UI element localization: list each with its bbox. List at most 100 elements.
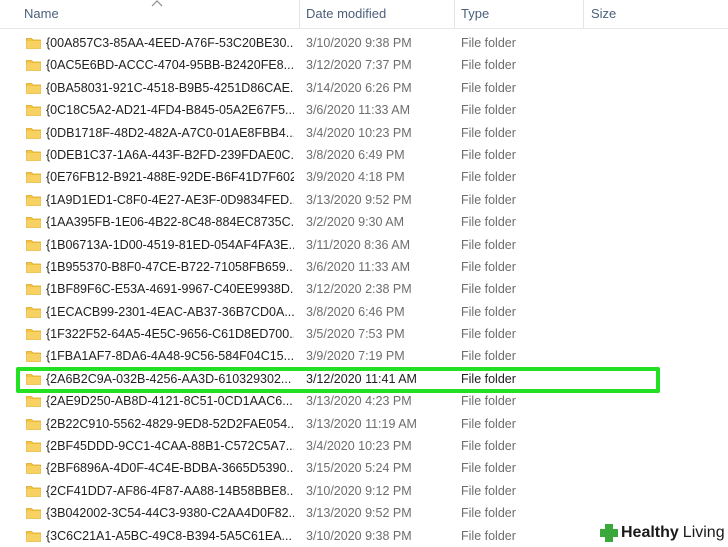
folder-icon [26,239,41,251]
file-name[interactable]: {1F322F52-64A5-4E5C-9656-C61D8ED700... [46,323,294,345]
file-date-modified: 3/12/2020 11:41 AM [306,371,417,386]
file-row[interactable]: {0AC5E6BD-ACCC-4704-95BB-B2420FE8... 3/12… [0,54,728,76]
folder-icon [26,485,41,497]
file-name[interactable]: {2BF45DDD-9CC1-4CAA-88B1-C572C5A7... [46,435,294,457]
file-row[interactable]: {0DB1718F-48D2-482A-A7C0-01AE8FBB4... 3/4… [0,122,728,144]
folder-icon [26,441,41,452]
folder-icon [26,105,41,117]
file-name[interactable]: {0DB1718F-48D2-482A-A7C0-01AE8FBB4... [46,122,294,144]
file-row[interactable]: {0C18C5A2-AD21-4FD4-B845-05A2E67F5... 3/6… [0,99,728,121]
file-row[interactable]: {1B955370-B8F0-47CE-B722-71058FB659... 3/… [0,256,728,278]
folder-icon [26,530,41,542]
file-row[interactable]: {0DEB1C37-1A6A-443F-B2FD-239FDAE0C... 3/8… [0,144,728,166]
folder-icon [26,150,41,161]
folder-icon [26,262,41,273]
file-type: File folder [461,506,516,521]
file-name[interactable]: {1B06713A-1D00-4519-81ED-054AF4FA3E... [46,234,294,256]
folder-icon [26,463,41,475]
file-type: File folder [461,304,516,319]
file-row[interactable]: {0BA58031-921C-4518-B9B5-4251D86CAE... 3/… [0,77,728,99]
file-name[interactable]: {1BF89F6C-E53A-4691-9967-C40EE9938D... [46,278,294,300]
file-name[interactable]: {3B042002-3C54-44C3-9380-C2AA4D0F82... [46,502,294,524]
folder-icon [26,82,41,94]
file-name[interactable]: {0C18C5A2-AD21-4FD4-B845-05A2E67F5... [46,99,294,121]
file-name[interactable]: {1A9D1ED1-C8F0-4E27-AE3F-0D9834FED... [46,189,294,211]
file-name[interactable]: {1FBA1AF7-8DA6-4A48-9C56-584F04C15... [46,345,294,367]
file-row[interactable]: {1FBA1AF7-8DA6-4A48-9C56-584F04C15... 3/9… [0,345,728,367]
file-row[interactable]: {1AA395FB-1E06-4B22-8C48-884EC8735C... 3/… [0,211,728,233]
file-row[interactable]: {2CF41DD7-AF86-4F87-AA88-14B58BBE8... 3/1… [0,480,728,502]
file-date-modified: 3/8/2020 6:49 PM [306,147,405,162]
file-date-modified: 3/13/2020 4:23 PM [306,394,412,409]
file-date-modified: 3/12/2020 7:37 PM [306,58,412,73]
watermark-brand-light: Living [682,524,725,541]
file-row[interactable]: {1B06713A-1D00-4519-81ED-054AF4FA3E... 3/… [0,234,728,256]
file-row[interactable]: {1ECACB99-2301-4EAC-AB37-36B7CD0A... 3/8/… [0,301,728,323]
file-date-modified: 3/4/2020 10:23 PM [306,439,412,454]
file-name[interactable]: {0AC5E6BD-ACCC-4704-95BB-B2420FE8... [46,54,294,76]
file-name[interactable]: {1B955370-B8F0-47CE-B722-71058FB659... [46,256,294,278]
chevron-up-icon[interactable] [150,0,164,9]
file-type: File folder [461,394,516,409]
file-date-modified: 3/6/2020 11:33 AM [306,103,411,118]
file-name[interactable]: {0DEB1C37-1A6A-443F-B2FD-239FDAE0C... [46,144,294,166]
file-type: File folder [461,147,516,162]
file-date-modified: 3/13/2020 11:19 AM [306,416,417,431]
folder-icon [26,127,41,139]
file-type: File folder [461,170,516,185]
file-date-modified: 3/8/2020 6:46 PM [306,304,405,319]
file-type: File folder [461,349,516,364]
file-date-modified: 3/12/2020 2:38 PM [306,282,412,297]
file-name[interactable]: {2BF6896A-4D0F-4C4E-BDBA-3665D5390... [46,457,294,479]
folder-icon [26,373,41,385]
file-date-modified: 3/2/2020 9:30 AM [306,215,404,230]
folder-icon [26,396,41,408]
file-name[interactable]: {00A857C3-85AA-4EED-A76F-53C20BE30... [46,32,294,54]
file-name[interactable]: {2A6B2C9A-032B-4256-AA3D-610329302... [46,368,294,390]
folder-icon [26,60,41,72]
folder-icon [26,418,41,430]
file-date-modified: 3/13/2020 9:52 PM [306,192,412,207]
file-row[interactable]: {2BF6896A-4D0F-4C4E-BDBA-3665D5390... 3/1… [0,457,728,479]
watermark-brand-bold: Healthy [621,524,679,541]
folder-icon [26,306,41,318]
file-type: File folder [461,483,516,498]
file-row[interactable]: {1BF89F6C-E53A-4691-9967-C40EE9938D... 3/… [0,278,728,300]
column-header-bar: Name Date modified Type Size [0,0,728,29]
file-name[interactable]: {1AA395FB-1E06-4B22-8C48-884EC8735C... [46,211,294,233]
file-date-modified: 3/13/2020 9:52 PM [306,506,412,521]
file-row[interactable]: {0E76FB12-B921-488E-92DE-B6F41D7F602... 3… [0,166,728,188]
watermark: Healthy Living [596,520,728,546]
file-date-modified: 3/10/2020 9:38 PM [306,36,412,50]
column-divider[interactable] [583,0,584,28]
file-row[interactable]: {1A9D1ED1-C8F0-4E27-AE3F-0D9834FED... 3/1… [0,189,728,211]
file-row[interactable]: {2A6B2C9A-032B-4256-AA3D-610329302... 3/1… [0,368,728,390]
file-name[interactable]: {2AE9D250-AB8D-4121-8C51-0CD1AAC6... [46,390,294,412]
folder-icon [26,329,41,340]
file-name[interactable]: {3C6C21A1-A5BC-49C8-B394-5A5C61EA... [46,525,294,547]
file-row[interactable]: {2AE9D250-AB8D-4121-8C51-0CD1AAC6... 3/13… [0,390,728,412]
file-type: File folder [461,192,516,207]
column-header-size[interactable]: Size [585,0,705,28]
column-header-date-modified[interactable]: Date modified [300,0,454,28]
file-date-modified: 3/10/2020 9:38 PM [306,528,412,543]
file-type: File folder [461,125,516,140]
file-name[interactable]: {2CF41DD7-AF86-4F87-AA88-14B58BBE8... [46,480,294,502]
file-type: File folder [461,36,516,50]
file-row[interactable]: {00A857C3-85AA-4EED-A76F-53C20BE30... 3/1… [0,32,728,54]
file-name[interactable]: {2B22C910-5562-4829-9ED8-52D2FAE054... [46,413,294,435]
file-type: File folder [461,528,516,543]
file-list: {00A857C3-85AA-4EED-A76F-53C20BE30... 3/1… [0,32,728,547]
file-date-modified: 3/14/2020 6:26 PM [306,80,412,95]
file-row[interactable]: {2B22C910-5562-4829-9ED8-52D2FAE054... 3/… [0,413,728,435]
column-header-type[interactable]: Type [455,0,583,28]
file-type: File folder [461,439,516,454]
file-name[interactable]: {0E76FB12-B921-488E-92DE-B6F41D7F602... [46,166,294,188]
file-name[interactable]: {1ECACB99-2301-4EAC-AB37-36B7CD0A... [46,301,294,323]
file-date-modified: 3/15/2020 5:24 PM [306,461,412,476]
file-row[interactable]: {1F322F52-64A5-4E5C-9656-C61D8ED700... 3/… [0,323,728,345]
file-name[interactable]: {0BA58031-921C-4518-B9B5-4251D86CAE... [46,77,294,99]
file-row[interactable]: {2BF45DDD-9CC1-4CAA-88B1-C572C5A7... 3/4/… [0,435,728,457]
folder-icon [26,194,41,206]
folder-icon [26,508,41,520]
